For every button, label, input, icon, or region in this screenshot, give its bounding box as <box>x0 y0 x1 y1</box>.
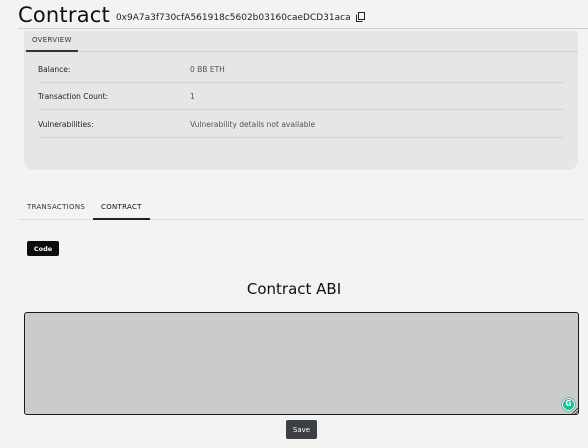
contract-abi-textarea[interactable] <box>24 312 579 415</box>
copy-icon[interactable] <box>355 7 365 22</box>
tab-overview[interactable]: OVERVIEW <box>26 31 78 52</box>
grammarly-icon[interactable] <box>562 398 575 411</box>
transaction-count-value: 1 <box>190 92 195 101</box>
overview-tab-bar: OVERVIEW <box>24 31 578 52</box>
balance-value: 0 BB ETH <box>190 65 225 74</box>
transaction-count-label: Transaction Count: <box>38 92 109 101</box>
transaction-count-row: Transaction Count: 1 <box>38 83 564 110</box>
page-header: Contract 0x9A7a3f730cfA561918c5602b03160… <box>18 3 365 27</box>
tab-transactions[interactable]: TRANSACTIONS <box>19 199 93 220</box>
tab-contract[interactable]: CONTRACT <box>93 199 150 220</box>
contract-abi-title: Contract ABI <box>246 280 342 298</box>
vulnerabilities-row: Vulnerabilities: Vulnerability details n… <box>38 111 564 138</box>
contract-page: Contract 0x9A7a3f730cfA561918c5602b03160… <box>0 0 588 448</box>
balance-label: Balance: <box>38 65 71 74</box>
header-divider <box>18 28 588 29</box>
save-button[interactable]: Save <box>286 420 317 439</box>
section-tabs: TRANSACTIONS CONTRACT <box>18 199 584 220</box>
page-title: Contract <box>18 3 110 27</box>
contract-address: 0x9A7a3f730cfA561918c5602b03160caeDCD31a… <box>115 13 351 23</box>
vulnerabilities-label: Vulnerabilities: <box>38 120 94 129</box>
balance-row: Balance: 0 BB ETH <box>38 56 564 83</box>
code-button[interactable]: Code <box>27 241 59 256</box>
vulnerabilities-value: Vulnerability details not available <box>190 120 316 129</box>
overview-card: OVERVIEW Balance: 0 BB ETH Transaction C… <box>24 31 578 170</box>
